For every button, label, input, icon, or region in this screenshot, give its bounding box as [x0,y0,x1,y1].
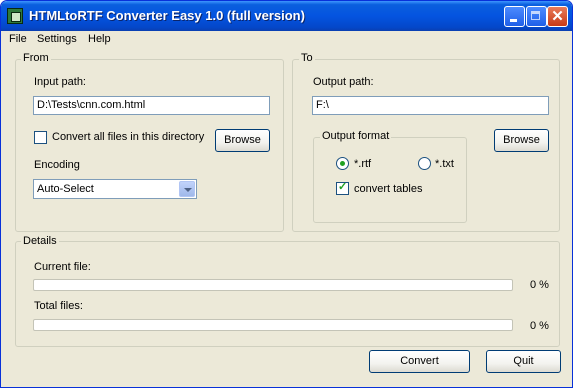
current-file-percent: 0 % [530,279,549,291]
txt-label: *.txt [435,158,454,170]
current-file-progress [33,279,513,291]
quit-button[interactable]: Quit [486,350,561,373]
encoding-label: Encoding [34,159,80,171]
chevron-down-icon[interactable] [179,181,195,197]
from-legend: From [21,52,51,64]
maximize-icon [531,11,540,20]
input-path-field[interactable]: D:\Tests\cnn.com.html [33,96,270,115]
app-window: HTMLtoRTF Converter Easy 1.0 (full versi… [0,0,573,388]
menu-bar: File Settings Help [1,31,572,49]
checkmark-icon: ✓ [338,181,348,193]
window-title: HTMLtoRTF Converter Easy 1.0 (full versi… [29,8,305,23]
convert-all-label: Convert all files in this directory [52,131,205,143]
encoding-value: Auto-Select [37,183,94,195]
convert-button[interactable]: Convert [369,350,470,373]
rtf-radio[interactable] [336,157,349,170]
menu-help[interactable]: Help [88,33,111,45]
txt-radio[interactable] [418,157,431,170]
output-path-field[interactable]: F:\ [312,96,549,115]
close-button[interactable]: ✕ [547,6,568,27]
current-file-label: Current file: [34,261,91,273]
convert-tables-checkbox[interactable]: ✓ [336,181,349,195]
radio-selected-dot [340,161,345,166]
convert-all-checkbox[interactable] [34,131,47,144]
to-legend: To [299,52,315,64]
output-format-group [313,137,467,223]
from-browse-button[interactable]: Browse [215,129,270,152]
minimize-button[interactable] [504,6,525,27]
menu-file[interactable]: File [9,33,27,45]
output-format-legend: Output format [320,130,392,142]
convert-tables-label: convert tables [354,183,423,195]
app-icon[interactable] [7,8,23,24]
details-legend: Details [21,235,59,247]
close-icon: ✕ [551,8,564,25]
encoding-select[interactable]: Auto-Select [33,179,197,199]
total-files-label: Total files: [34,300,83,312]
total-files-progress [33,319,513,331]
rtf-label: *.rtf [354,158,372,170]
input-path-label: Input path: [34,76,86,88]
total-files-percent: 0 % [530,320,549,332]
title-bar[interactable]: HTMLtoRTF Converter Easy 1.0 (full versi… [1,1,572,31]
to-browse-button[interactable]: Browse [494,129,549,152]
details-group [15,241,560,347]
menu-settings[interactable]: Settings [37,33,77,45]
maximize-button[interactable] [526,6,547,27]
minimize-icon [510,19,517,22]
output-path-label: Output path: [313,76,374,88]
